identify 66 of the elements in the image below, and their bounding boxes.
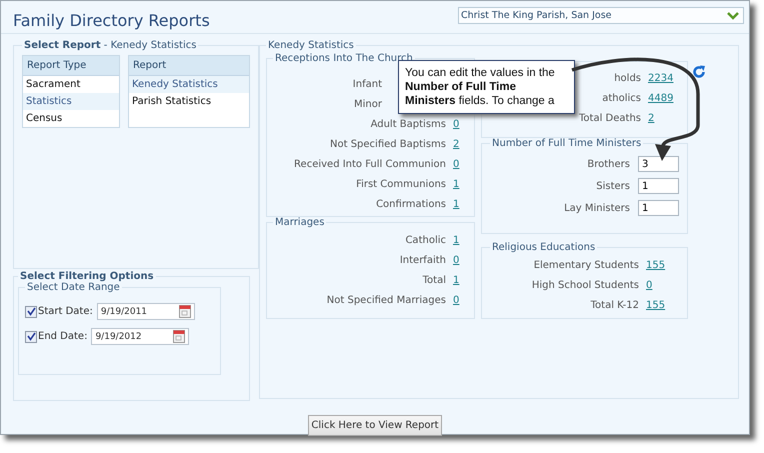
view-report-button[interactable]: Click Here to View Report — [308, 415, 442, 436]
stat-label: Not Specified Baptisms — [330, 138, 446, 150]
stat-value-link[interactable]: 1 — [453, 178, 460, 190]
stat-label: Not Specified Marriages — [326, 294, 446, 306]
list-item[interactable]: Parish Statistics — [129, 93, 249, 110]
section-legend: Select Report - Kenedy Statistics — [22, 40, 198, 51]
group-legend: Number of Full Time Ministers — [490, 138, 644, 149]
number-input[interactable]: 3 — [638, 156, 679, 172]
stat-label: Total — [422, 274, 446, 286]
date-field[interactable]: 9/19/2011 — [96, 303, 195, 320]
stat-label: Catholic — [405, 234, 446, 246]
section-legend: Kenedy Statistics — [266, 40, 356, 51]
calendar-icon[interactable] — [173, 330, 186, 343]
callout-tooltip: You can edit the values in the Number of Full Time Ministers fields. To change a — [398, 60, 575, 114]
number-input[interactable]: 1 — [638, 200, 679, 216]
stat-label: Interfaith — [400, 254, 446, 266]
stat-value-link[interactable]: 2234 — [648, 72, 674, 84]
stat-value-link[interactable]: 1 — [453, 274, 460, 286]
stat-value-link[interactable]: 2 — [648, 112, 654, 124]
calendar-icon[interactable] — [178, 305, 191, 318]
stat-value-link[interactable]: 1 — [453, 198, 460, 210]
minister-label: Lay Ministers — [564, 202, 630, 214]
stat-label: Received Into Full Communion — [294, 158, 446, 170]
stat-value-link[interactable]: 0 — [453, 158, 460, 170]
stat-label: atholics — [602, 92, 641, 104]
stat-value-link[interactable]: 0 — [453, 118, 460, 130]
stat-value-link[interactable]: 4489 — [648, 92, 674, 104]
list-item[interactable]: Sacrament — [23, 76, 119, 93]
date-label: Start Date: — [38, 306, 93, 317]
date-label: End Date: — [38, 331, 88, 342]
parish-dropdown[interactable]: Christ The King Parish, San Jose — [458, 7, 744, 24]
list-item[interactable]: Kenedy Statistics — [129, 76, 249, 93]
stat-value-link[interactable]: 155 — [646, 260, 666, 270]
stat-label: Minor — [354, 98, 382, 110]
stat-value-link[interactable]: 2 — [453, 138, 460, 150]
group-legend: Marriages — [273, 217, 326, 228]
stat-label: Total K-12 — [590, 300, 639, 310]
list-header: Report — [129, 56, 249, 76]
list-item[interactable]: Statistics — [23, 93, 119, 110]
list-item[interactable]: Census — [23, 110, 119, 127]
chevron-down-icon — [727, 12, 739, 20]
stat-label: Total Deaths — [579, 112, 641, 124]
stat-value-link[interactable]: 0 — [453, 254, 460, 266]
stat-value-link[interactable]: 0 — [453, 294, 460, 306]
checkbox[interactable] — [25, 330, 37, 342]
refresh-icon[interactable] — [692, 65, 706, 79]
stat-value-link[interactable]: 0 — [646, 280, 652, 290]
group-legend: Religious Educations — [490, 242, 598, 253]
minister-label: Brothers — [587, 158, 630, 170]
stat-label: First Communions — [356, 178, 446, 190]
stat-value-link[interactable]: 1 — [453, 234, 460, 246]
group-legend: Select Date Range — [25, 282, 122, 293]
list-header: Report Type — [23, 56, 119, 76]
minister-label: Sisters — [596, 180, 630, 192]
number-input[interactable]: 1 — [638, 178, 679, 194]
stat-label: Infant — [352, 78, 382, 90]
stat-value-link[interactable]: 155 — [646, 300, 666, 310]
stat-label: holds — [614, 72, 641, 84]
checkbox[interactable] — [25, 306, 37, 318]
date-field[interactable]: 9/19/2012 — [91, 328, 190, 345]
stat-label: Elementary Students — [534, 260, 639, 270]
stat-label: High School Students — [532, 280, 639, 290]
stat-label: Adult Baptisms — [370, 118, 446, 130]
stat-label: Confirmations — [376, 198, 446, 210]
section-legend: Select Filtering Options — [18, 271, 156, 282]
window-title: Family Directory Reports — [13, 10, 210, 30]
